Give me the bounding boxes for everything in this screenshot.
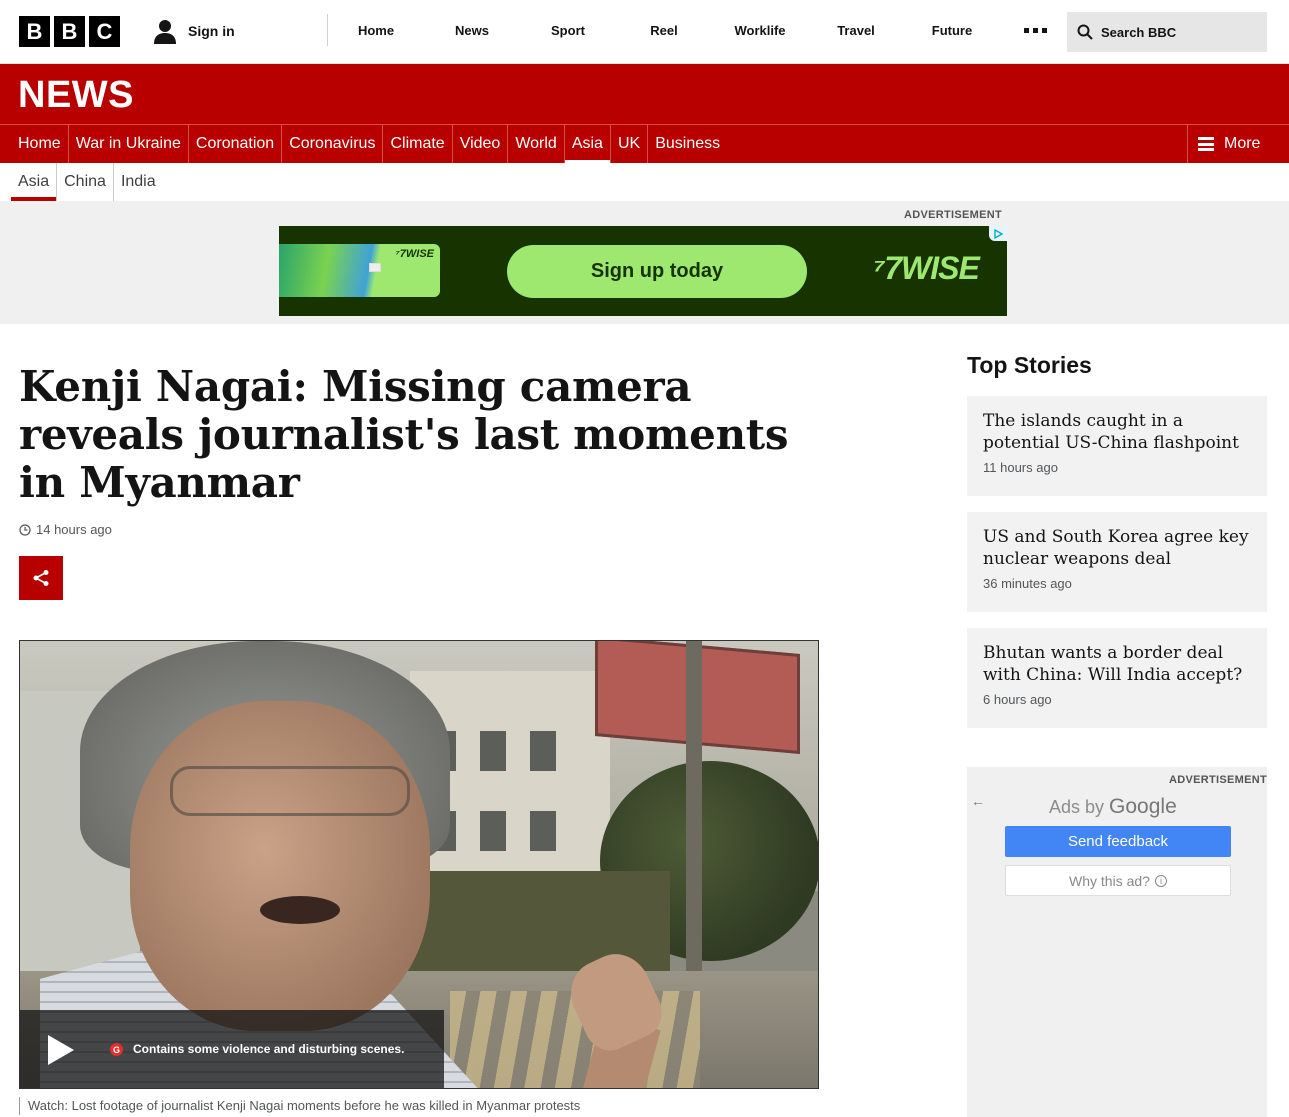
hamburger-icon bbox=[1198, 137, 1214, 151]
ads-by-google: Ads by Google bbox=[1049, 795, 1177, 819]
top-story-title[interactable]: The islands caught in a potential US-Chi… bbox=[983, 410, 1251, 454]
top-nav: Home News Sport Reel Worklife Travel Fut… bbox=[327, 14, 1000, 46]
share-button[interactable] bbox=[19, 556, 63, 600]
side-ad: ADVERTISEMENT ← Ads by Google Send feedb… bbox=[967, 767, 1267, 1117]
back-arrow-icon[interactable]: ← bbox=[971, 793, 985, 809]
why-this-ad-label: Why this ad? bbox=[1069, 872, 1150, 889]
wise-card-image: ⁷7WISE bbox=[279, 244, 440, 297]
news-nav-world[interactable]: World bbox=[508, 125, 565, 163]
share-icon bbox=[33, 570, 49, 586]
news-nav: Home War in Ukraine Coronation Coronavir… bbox=[0, 124, 1289, 164]
more-menu-icon[interactable] bbox=[1022, 20, 1048, 40]
play-icon[interactable] bbox=[48, 1035, 74, 1065]
top-story-time: 11 hours ago bbox=[983, 460, 1058, 475]
search-icon bbox=[1077, 24, 1093, 40]
news-nav-asia[interactable]: Asia bbox=[564, 125, 611, 164]
top-nav-worklife[interactable]: Worklife bbox=[712, 23, 808, 38]
news-nav-uk[interactable]: UK bbox=[611, 125, 649, 163]
google-logo: Google bbox=[1109, 795, 1177, 818]
top-story-card[interactable]: US and South Korea agree key nuclear wea… bbox=[967, 512, 1267, 612]
wise-signup-button[interactable]: Sign up today bbox=[507, 245, 807, 298]
article-timestamp: 14 hours ago bbox=[19, 522, 112, 537]
card-chip-icon bbox=[369, 263, 381, 272]
top-ad-band: ADVERTISEMENT ⁷7WISE Sign up today ⁷7WIS… bbox=[0, 201, 1289, 324]
wise-banner-ad[interactable]: ⁷7WISE Sign up today ⁷7WISE bbox=[279, 226, 1007, 316]
article-video-player[interactable]: G Contains some violence and disturbing … bbox=[19, 640, 819, 1089]
news-nav-coronation[interactable]: Coronation bbox=[189, 125, 283, 163]
adchoices-icon[interactable] bbox=[989, 226, 1007, 241]
article-headline: Kenji Nagai: Missing camera reveals jour… bbox=[19, 362, 789, 507]
ads-by-text: Ads by bbox=[1049, 797, 1105, 817]
top-story-time: 36 minutes ago bbox=[983, 576, 1072, 591]
signin-link[interactable]: Sign in bbox=[152, 18, 235, 44]
user-icon bbox=[154, 20, 176, 44]
logo-letter-b1: B bbox=[19, 16, 50, 47]
top-nav-future[interactable]: Future bbox=[904, 23, 1000, 38]
wise-card-brand: ⁷7WISE bbox=[395, 248, 434, 260]
ad-label: ADVERTISEMENT bbox=[904, 209, 1003, 221]
news-nav-coronavirus[interactable]: Coronavirus bbox=[282, 125, 384, 163]
news-nav-video[interactable]: Video bbox=[453, 125, 509, 163]
top-nav-reel[interactable]: Reel bbox=[616, 23, 712, 38]
info-icon: i bbox=[1154, 874, 1167, 887]
top-story-time: 6 hours ago bbox=[983, 692, 1052, 707]
news-nav-home[interactable]: Home bbox=[11, 125, 69, 163]
logo-letter-b2: B bbox=[54, 16, 85, 47]
more-label: More bbox=[1224, 135, 1261, 152]
search-input[interactable]: Search BBC bbox=[1067, 12, 1267, 52]
sub-nav-china[interactable]: China bbox=[57, 163, 114, 201]
top-nav-news[interactable]: News bbox=[424, 23, 520, 38]
sub-nav-asia[interactable]: Asia bbox=[11, 163, 58, 201]
clock-icon bbox=[19, 523, 31, 536]
news-banner: NEWS bbox=[0, 64, 1289, 124]
bbc-masthead: B B C Sign in Home News Sport Reel Workl… bbox=[0, 0, 1289, 64]
bbc-logo[interactable]: B B C bbox=[19, 16, 120, 47]
top-nav-travel[interactable]: Travel bbox=[808, 23, 904, 38]
sub-nav-india[interactable]: India bbox=[114, 163, 163, 201]
sub-nav: Asia China India bbox=[0, 163, 1289, 201]
top-story-card[interactable]: The islands caught in a potential US-Chi… bbox=[967, 396, 1267, 496]
send-feedback-button[interactable]: Send feedback bbox=[1005, 826, 1231, 857]
top-nav-home[interactable]: Home bbox=[328, 23, 424, 38]
signin-label: Sign in bbox=[188, 23, 235, 39]
news-nav-more-button[interactable]: More bbox=[1187, 125, 1289, 163]
top-nav-sport[interactable]: Sport bbox=[520, 23, 616, 38]
ad-label: ADVERTISEMENT bbox=[1168, 774, 1267, 786]
news-nav-climate[interactable]: Climate bbox=[383, 125, 453, 163]
video-caption: Watch: Lost footage of journalist Kenji … bbox=[19, 1097, 580, 1115]
top-story-title[interactable]: Bhutan wants a border deal with China: W… bbox=[983, 642, 1251, 686]
wise-logo: ⁷7WISE bbox=[873, 250, 980, 286]
top-stories-title: Top Stories bbox=[967, 352, 1092, 378]
search-placeholder: Search BBC bbox=[1101, 24, 1177, 40]
timestamp-text: 14 hours ago bbox=[36, 522, 112, 537]
video-warning: Contains some violence and disturbing sc… bbox=[133, 1042, 405, 1056]
top-story-title[interactable]: US and South Korea agree key nuclear wea… bbox=[983, 526, 1251, 570]
logo-letter-c: C bbox=[89, 16, 120, 47]
guidance-badge: G bbox=[110, 1043, 123, 1056]
news-title[interactable]: NEWS bbox=[18, 74, 134, 117]
news-nav-business[interactable]: Business bbox=[648, 125, 727, 163]
top-story-card[interactable]: Bhutan wants a border deal with China: W… bbox=[967, 628, 1267, 728]
news-nav-war-in-ukraine[interactable]: War in Ukraine bbox=[69, 125, 189, 163]
why-this-ad-button[interactable]: Why this ad? i bbox=[1005, 865, 1231, 896]
video-control-bar: G Contains some violence and disturbing … bbox=[20, 1010, 444, 1088]
